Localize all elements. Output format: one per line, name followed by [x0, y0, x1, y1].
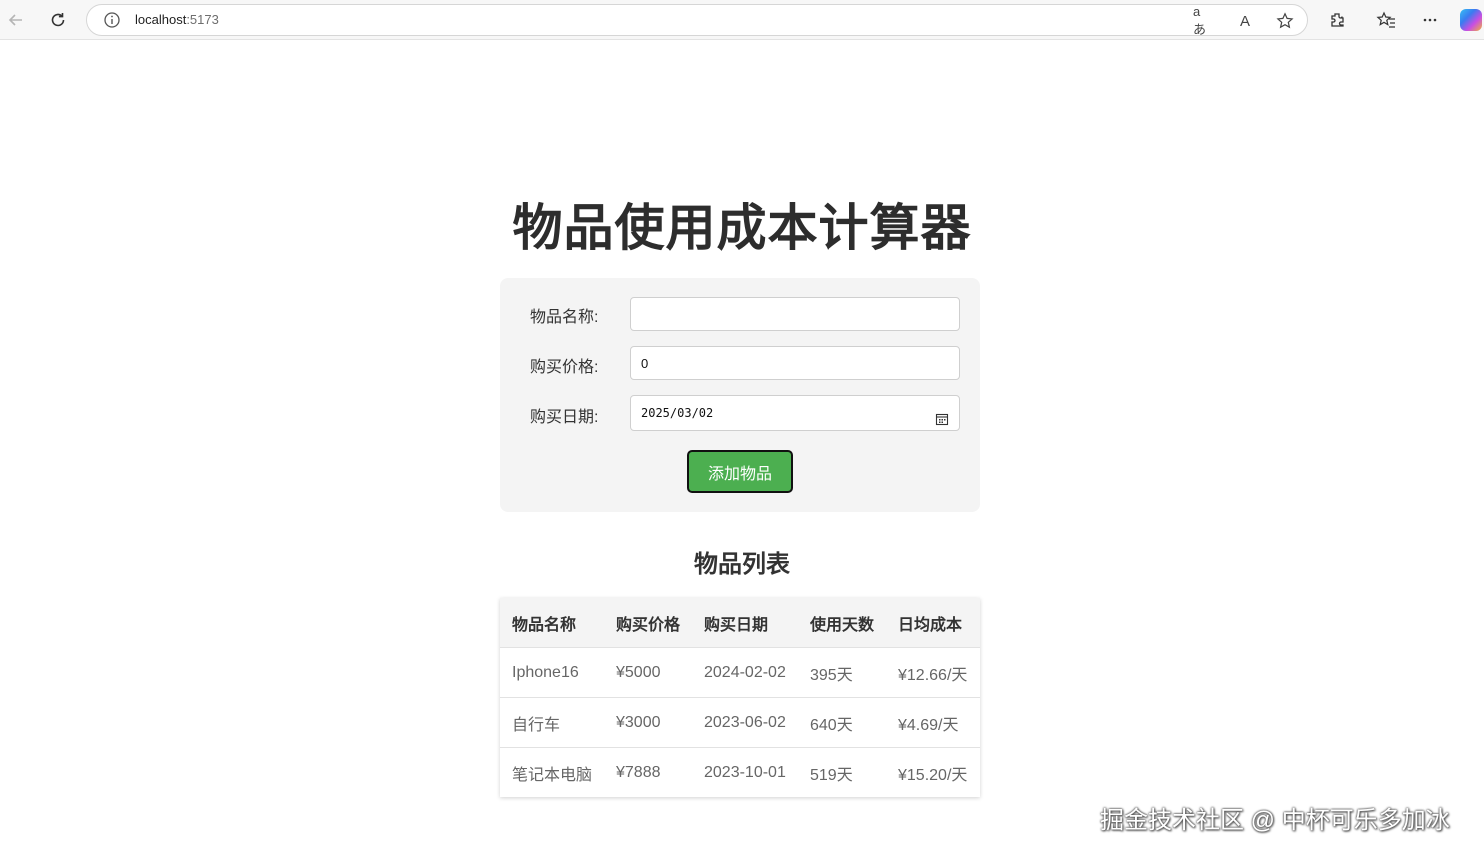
cell-price: ¥7888 — [604, 747, 692, 797]
cell-name: 自行车 — [500, 697, 604, 748]
browser-toolbar: localhost:5173 aあ A — [0, 0, 1484, 40]
cell-daily-cost: ¥4.69/天 — [886, 697, 980, 748]
header-price: 购买价格 — [604, 598, 692, 648]
cell-days: 640天 — [798, 697, 886, 748]
url-host: localhost — [135, 12, 187, 27]
table-row: Iphone16 ¥5000 2024-02-02 395天 ¥12.66/天 — [500, 647, 980, 698]
favorites-icon[interactable] — [1372, 6, 1400, 34]
cell-daily-cost: ¥15.20/天 — [886, 747, 980, 797]
cell-price: ¥3000 — [604, 697, 692, 748]
back-arrow-icon[interactable] — [2, 6, 30, 34]
cell-date: 2023-06-02 — [692, 697, 798, 748]
cell-days: 519天 — [798, 747, 886, 797]
table-row: 自行车 ¥3000 2023-06-02 640天 ¥4.69/天 — [500, 697, 980, 748]
translate-icon[interactable]: aあ — [1193, 4, 1213, 37]
add-item-form: 物品名称: 购买价格: 购买日期: 2025/03/02 添加物品 — [500, 278, 980, 512]
table-row: 笔记本电脑 ¥7888 2023-10-01 519天 ¥15.20/天 — [500, 747, 980, 797]
date-input[interactable]: 2025/03/02 — [630, 395, 960, 431]
cell-name: Iphone16 — [500, 647, 604, 698]
reload-icon[interactable] — [44, 6, 72, 34]
cell-days: 395天 — [798, 647, 886, 698]
header-name: 物品名称 — [500, 598, 604, 648]
header-date: 购买日期 — [692, 598, 798, 648]
items-table: 物品名称 购买价格 购买日期 使用天数 日均成本 Iphone16 ¥5000 … — [500, 598, 980, 797]
cell-date: 2024-02-02 — [692, 647, 798, 698]
more-options-icon[interactable] — [1416, 6, 1444, 34]
date-value: 2025/03/02 — [641, 406, 714, 420]
cell-name: 笔记本电脑 — [500, 747, 604, 797]
price-label: 购买价格: — [530, 359, 599, 376]
cell-date: 2023-10-01 — [692, 747, 798, 797]
copilot-icon[interactable] — [1460, 9, 1482, 31]
page-title: 物品使用成本计算器 — [512, 200, 972, 256]
calendar-icon[interactable] — [935, 406, 949, 438]
list-title: 物品列表 — [694, 551, 790, 578]
address-bar[interactable]: localhost:5173 aあ A — [86, 4, 1308, 37]
favorite-star-icon[interactable] — [1275, 11, 1295, 31]
header-days: 使用天数 — [798, 598, 886, 648]
price-input[interactable] — [630, 346, 960, 380]
watermark: 掘金技术社区 @ 中杯可乐多加冰 — [1100, 807, 1450, 834]
extensions-icon[interactable] — [1323, 6, 1351, 34]
read-aloud-icon[interactable]: A — [1235, 11, 1255, 31]
site-info-icon[interactable] — [103, 11, 121, 34]
name-label: 物品名称: — [530, 309, 599, 326]
url-text[interactable]: localhost:5173 — [135, 12, 219, 27]
cell-daily-cost: ¥12.66/天 — [886, 647, 980, 698]
table-header-row: 物品名称 购买价格 购买日期 使用天数 日均成本 — [500, 598, 980, 648]
name-input[interactable] — [630, 297, 960, 331]
url-port: :5173 — [186, 12, 219, 27]
add-item-button[interactable]: 添加物品 — [687, 450, 793, 493]
cell-price: ¥5000 — [604, 647, 692, 698]
date-label: 购买日期: — [530, 409, 599, 426]
header-daily-cost: 日均成本 — [886, 598, 980, 648]
